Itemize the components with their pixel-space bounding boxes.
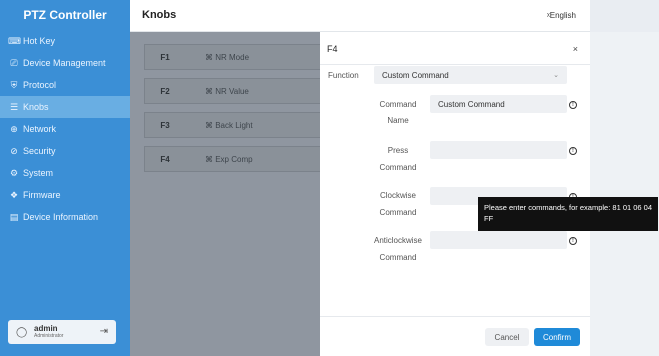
sidebar-item-device-management[interactable]: ⎚ Device Management: [0, 52, 130, 74]
sidebar-item-label: Device Management: [23, 58, 106, 68]
knob-key: F3: [160, 120, 170, 130]
shield-icon: ⛨: [10, 79, 18, 90]
knobs-icon: ☰: [9, 101, 19, 112]
anticlockwise-command-input[interactable]: [430, 231, 567, 249]
press-command-label-1: Press: [387, 146, 409, 155]
sidebar-item-label: Knobs: [23, 102, 49, 112]
sidebar-item-label: Hot Key: [23, 36, 56, 46]
help-icon[interactable]: !: [569, 237, 577, 245]
logout-icon[interactable]: ⇥: [100, 326, 108, 337]
sidebar-item-label: Security: [23, 146, 56, 156]
security-icon: ⊘: [10, 145, 18, 156]
command-name-value: Custom Command: [438, 99, 505, 109]
sidebar: PTZ Controller ⌨ Hot Key ⎚ Device Managemen…: [0, 0, 130, 356]
knob-edit-drawer: F4 × Function Custom Command ⌄ Command N…: [320, 32, 590, 356]
gear-icon: ⚙: [9, 167, 19, 178]
sidebar-item-label: Firmware: [23, 190, 61, 200]
help-icon[interactable]: !: [569, 101, 577, 109]
knob-function: ⌘ NR Mode: [205, 52, 250, 62]
anticlockwise-command-label-2: Command: [379, 253, 417, 262]
user-card[interactable]: ◯ admin Administrator ⇥: [8, 320, 116, 344]
user-role: Administrator: [34, 333, 64, 339]
sidebar-item-label: Device Information: [23, 212, 99, 222]
firmware-icon: ❖: [9, 189, 19, 200]
knob-key: F2: [160, 86, 170, 96]
sidebar-item-protocol[interactable]: ⛨ Protocol: [0, 74, 130, 96]
sidebar-item-network[interactable]: ⊕ Network: [0, 118, 130, 140]
right-gutter: [590, 0, 659, 356]
app-title: PTZ Controller: [23, 8, 107, 22]
knob-row[interactable]: F1 ⌘ NR Mode: [144, 44, 324, 70]
command-name-input[interactable]: Custom Command: [430, 95, 567, 113]
globe-icon: ⊕: [10, 123, 18, 134]
knob-function: ⌘ NR Value: [205, 86, 249, 96]
footer-divider: [320, 316, 590, 317]
keyboard-icon: ⌨: [8, 35, 21, 46]
clockwise-command-label-2: Command: [379, 208, 417, 217]
knob-function: ⌘ Back Light: [205, 120, 253, 130]
help-icon[interactable]: !: [569, 147, 577, 155]
sidebar-item-knobs[interactable]: ☰ Knobs: [0, 96, 130, 118]
function-select-value: Custom Command: [382, 70, 449, 80]
header-divider: [320, 64, 590, 65]
knob-key: F1: [160, 52, 170, 62]
app-window: PTZ Controller ⌨ Hot Key ⎚ Device Managemen…: [0, 0, 659, 356]
sidebar-item-firmware[interactable]: ❖ Firmware: [0, 184, 130, 206]
function-select[interactable]: Custom Command ⌄: [374, 66, 567, 84]
sidebar-item-label: Network: [23, 124, 57, 134]
sidebar-item-label: Protocol: [23, 80, 57, 90]
user-icon: ◯: [16, 326, 28, 338]
sidebar-item-hot-key[interactable]: ⌨ Hot Key: [0, 30, 130, 52]
drawer-title: F4: [327, 44, 338, 54]
confirm-button[interactable]: Confirm: [534, 328, 580, 346]
function-label: Function: [328, 71, 359, 80]
user-name: admin: [34, 324, 58, 333]
press-command-label-2: Command: [379, 163, 417, 172]
knob-row[interactable]: F3 ⌘ Back Light: [144, 112, 324, 138]
anticlockwise-command-label-1: Anticlockwise: [373, 236, 422, 245]
sidebar-item-system[interactable]: ⚙ System: [0, 162, 130, 184]
right-gutter-strip: [590, 32, 659, 356]
clockwise-command-label-1: Clockwise: [379, 191, 416, 200]
knob-row[interactable]: F4 ⌘ Exp Comp: [144, 146, 324, 172]
sidebar-item-label: System: [23, 168, 54, 178]
header: Knobs ᵡEnglish: [130, 0, 590, 32]
knob-key: F4: [160, 154, 170, 164]
chevron-down-icon: ⌄: [553, 72, 559, 79]
sidebar-item-device-information[interactable]: ▤ Device Information: [0, 206, 130, 228]
knob-function: ⌘ Exp Comp: [205, 154, 253, 164]
knob-row[interactable]: F2 ⌘ NR Value: [144, 78, 324, 104]
knob-list-area: F1 ⌘ NR Mode F2 ⌘ NR Value F3 ⌘ Back Light F4 ⌘…: [130, 32, 324, 356]
language-label: English: [549, 11, 576, 20]
device-icon: ⎚: [10, 57, 18, 68]
help-tooltip: Please enter commands, for example: 81 0…: [478, 197, 658, 231]
page-title: Knobs: [142, 9, 177, 21]
sidebar-item-security[interactable]: ⊘ Security: [0, 140, 130, 162]
cancel-button[interactable]: Cancel: [485, 328, 529, 346]
command-name-label-2: Name: [387, 116, 409, 125]
info-icon: ▤: [9, 211, 19, 222]
language-switch[interactable]: ᵡEnglish: [547, 11, 576, 20]
command-name-label-1: Command: [379, 100, 417, 109]
press-command-input[interactable]: [430, 141, 567, 159]
close-icon[interactable]: ×: [573, 44, 578, 54]
